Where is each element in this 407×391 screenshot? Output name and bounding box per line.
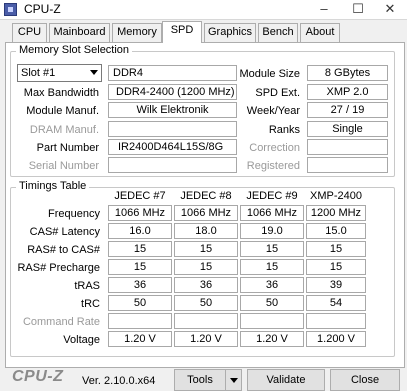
maximize-button[interactable]: ☐ xyxy=(341,0,375,20)
week-year-field: 27 / 19 xyxy=(307,102,388,118)
tras-value: 36 xyxy=(108,277,172,293)
tras-value: 36 xyxy=(240,277,304,293)
registered-field xyxy=(307,157,388,173)
correction-label: Correction xyxy=(249,142,300,154)
memory-type-field: DDR4 xyxy=(108,65,237,81)
module-size-label: Module Size xyxy=(239,68,300,80)
week-year-label: Week/Year xyxy=(246,105,300,117)
chevron-down-icon xyxy=(90,70,98,75)
module-size-field: 8 GBytes xyxy=(307,65,388,81)
command-rate-value xyxy=(108,313,172,329)
serial-number-field xyxy=(108,157,237,173)
part-number-field: IR2400D464L15S/8G xyxy=(108,139,237,155)
max-bandwidth-label: Max Bandwidth xyxy=(23,87,99,99)
ras-to-cas-value: 15 xyxy=(174,241,238,257)
correction-field xyxy=(307,139,388,155)
module-manuf-field: Wilk Elektronik xyxy=(108,102,237,118)
trc-value: 50 xyxy=(240,295,304,311)
tab-cpu[interactable]: CPU xyxy=(12,23,47,42)
memory-slot-group-title: Memory Slot Selection xyxy=(16,44,133,56)
frequency-value: 1066 MHz xyxy=(240,205,304,221)
cas-latency-value: 19.0 xyxy=(240,223,304,239)
frequency-label: Frequency xyxy=(48,208,100,220)
timings-group-title: Timings Table xyxy=(16,180,90,192)
serial-number-label: Serial Number xyxy=(28,160,99,172)
command-rate-value xyxy=(174,313,238,329)
tras-value: 39 xyxy=(306,277,366,293)
command-rate-value xyxy=(240,313,304,329)
tras-value: 36 xyxy=(174,277,238,293)
voltage-value: 1.20 V xyxy=(174,331,238,347)
trc-value: 54 xyxy=(306,295,366,311)
cpuz-logo: CPU-Z xyxy=(12,368,64,385)
module-manuf-label: Module Manuf. xyxy=(26,105,99,117)
tab-spd[interactable]: SPD xyxy=(162,21,202,43)
ras-precharge-value: 15 xyxy=(306,259,366,275)
tab-bench[interactable]: Bench xyxy=(258,23,298,42)
max-bandwidth-field: DDR4-2400 (1200 MHz) xyxy=(108,84,237,100)
dram-manuf-label: DRAM Manuf. xyxy=(29,124,99,136)
ras-precharge-label: RAS# Precharge xyxy=(17,262,100,274)
tab-about[interactable]: About xyxy=(300,23,340,42)
command-rate-label: Command Rate xyxy=(22,316,100,328)
cas-latency-value: 16.0 xyxy=(108,223,172,239)
ranks-label: Ranks xyxy=(268,124,300,136)
timings-column-header: JEDEC #8 xyxy=(180,190,232,202)
ras-precharge-value: 15 xyxy=(240,259,304,275)
voltage-value: 1.20 V xyxy=(108,331,172,347)
frequency-value: 1066 MHz xyxy=(174,205,238,221)
frequency-value: 1200 MHz xyxy=(306,205,366,221)
tab-graphics[interactable]: Graphics xyxy=(204,23,256,42)
command-rate-value xyxy=(306,313,366,329)
window-title: CPU-Z xyxy=(24,2,61,16)
trc-value: 50 xyxy=(108,295,172,311)
title-bar: CPU-Z – ☐ ✕ xyxy=(0,0,407,20)
trc-label: tRC xyxy=(81,298,100,310)
version-label: Ver. 2.10.0.x64 xyxy=(82,375,156,387)
ras-precharge-value: 15 xyxy=(174,259,238,275)
ras-to-cas-value: 15 xyxy=(108,241,172,257)
trc-value: 50 xyxy=(174,295,238,311)
registered-label: Registered xyxy=(246,160,300,172)
timings-column-header: JEDEC #9 xyxy=(246,190,298,202)
ras-precharge-value: 15 xyxy=(108,259,172,275)
dram-manuf-field xyxy=(108,121,237,137)
slot-select-value: Slot #1 xyxy=(21,67,56,79)
timings-column-header: JEDEC #7 xyxy=(114,190,166,202)
ras-to-cas-value: 15 xyxy=(240,241,304,257)
cas-latency-value: 15.0 xyxy=(306,223,366,239)
timings-column-header: XMP-2400 xyxy=(310,190,362,202)
cas-latency-value: 18.0 xyxy=(174,223,238,239)
frequency-value: 1066 MHz xyxy=(108,205,172,221)
voltage-label: Voltage xyxy=(63,334,100,346)
spd-ext-label: SPD Ext. xyxy=(255,87,300,99)
ras-to-cas-value: 15 xyxy=(306,241,366,257)
slot-select[interactable]: Slot #1 xyxy=(17,64,102,82)
close-window-button[interactable]: ✕ xyxy=(373,0,407,20)
tab-mainboard[interactable]: Mainboard xyxy=(49,23,110,42)
voltage-value: 1.200 V xyxy=(306,331,366,347)
cas-latency-label: CAS# Latency xyxy=(29,226,100,238)
spd-ext-field: XMP 2.0 xyxy=(307,84,388,100)
tab-memory[interactable]: Memory xyxy=(112,23,162,42)
cpuz-app-icon xyxy=(4,3,17,16)
tras-label: tRAS xyxy=(74,280,100,292)
voltage-value: 1.20 V xyxy=(240,331,304,347)
ranks-field: Single xyxy=(307,121,388,137)
part-number-label: Part Number xyxy=(36,142,99,154)
minimize-button[interactable]: – xyxy=(307,0,341,20)
ras-to-cas-label: RAS# to CAS# xyxy=(27,244,100,256)
